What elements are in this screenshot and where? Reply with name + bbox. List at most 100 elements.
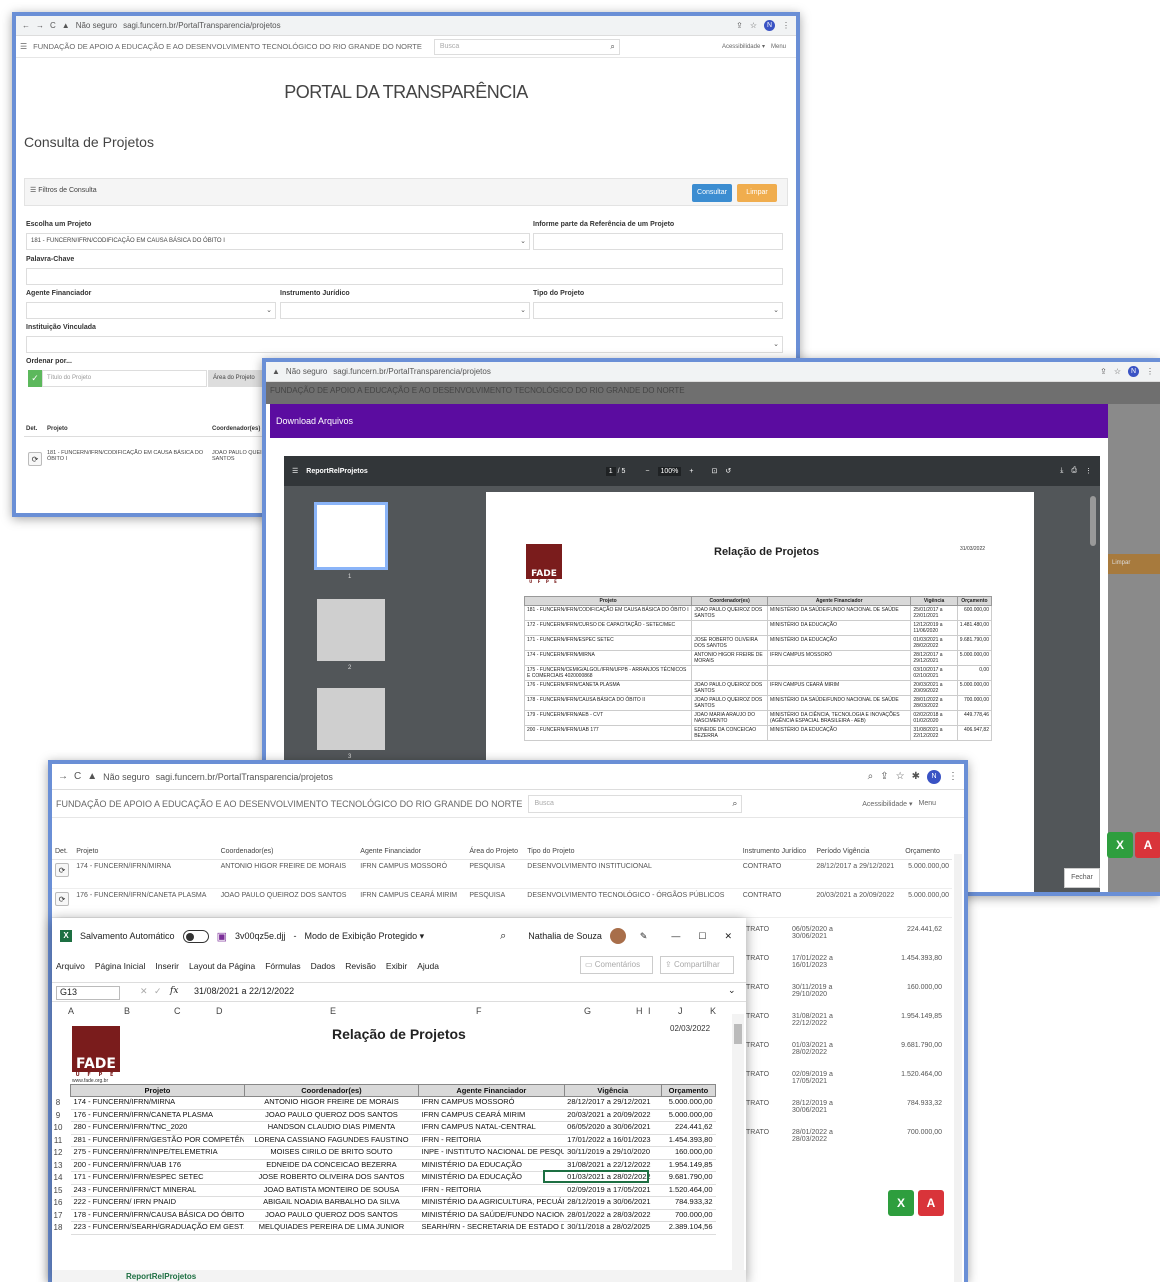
more-icon[interactable]: ⋮ xyxy=(782,21,790,30)
fx-icon[interactable]: fx xyxy=(170,986,178,996)
ribbon-tab[interactable]: Página Inicial xyxy=(95,961,146,971)
avatar[interactable]: N xyxy=(1128,366,1139,377)
reload-icon[interactable]: C xyxy=(50,21,56,30)
instrumento-select[interactable]: ⌄ xyxy=(280,302,530,319)
row-number[interactable]: 8 xyxy=(52,1098,64,1107)
pdf-page-input[interactable]: 1 / 5 xyxy=(605,466,625,476)
download-icon[interactable]: ⤓ xyxy=(1060,467,1063,475)
tipo-select[interactable]: ⌄ xyxy=(533,302,783,319)
search-input[interactable]: Busca ⌕ xyxy=(433,38,620,55)
pdf-export-icon[interactable]: A xyxy=(918,1190,944,1216)
view-mode[interactable]: Modo de Exibição Protegido ▾ xyxy=(305,931,425,942)
thumbnail-1[interactable] xyxy=(314,502,388,570)
column-letter[interactable]: A xyxy=(68,1006,74,1016)
column-letter[interactable]: H xyxy=(636,1006,643,1016)
detail-button[interactable]: ⟳ xyxy=(55,892,69,906)
thumbnail-2[interactable] xyxy=(317,599,385,661)
limpar-button[interactable]: Limpar xyxy=(737,184,777,202)
acessibilidade-menu[interactable]: Acessibilidade ▾ xyxy=(862,800,912,808)
ribbon-tab[interactable]: Fórmulas xyxy=(265,961,300,971)
compartilhar-button[interactable]: ⇪ Compartilhar xyxy=(660,956,734,974)
expand-icon[interactable]: ⌄ xyxy=(728,985,736,996)
column-letter[interactable]: G xyxy=(584,1006,591,1016)
close-icon[interactable]: ✕ xyxy=(724,931,732,942)
share-icon[interactable]: ⇪ xyxy=(880,771,888,782)
star-icon[interactable]: ☆ xyxy=(1114,367,1121,376)
detail-button[interactable]: ⟳ xyxy=(55,863,69,877)
column-letter[interactable]: F xyxy=(476,1006,482,1016)
row-number[interactable]: 17 xyxy=(52,1211,64,1220)
star-icon[interactable]: ☆ xyxy=(896,771,905,782)
org-name[interactable]: FUNDAÇÃO DE APOIO A EDUCAÇÃO E AO DESENV… xyxy=(56,799,522,809)
ribbon-tab[interactable]: Revisão xyxy=(345,961,376,971)
reload-icon[interactable]: C xyxy=(74,771,81,782)
row-number[interactable]: 16 xyxy=(52,1198,64,1207)
formula-input[interactable]: 31/08/2021 a 22/12/2022 xyxy=(194,986,294,996)
avatar[interactable]: N xyxy=(927,769,941,784)
ribbon-tab[interactable]: Arquivo xyxy=(56,961,85,971)
maximize-icon[interactable]: ☐ xyxy=(698,931,706,942)
consultar-button[interactable]: Consultar xyxy=(692,184,732,202)
column-letter[interactable]: J xyxy=(678,1006,683,1016)
cancel-icon[interactable]: ✕ xyxy=(140,986,148,997)
share-icon[interactable]: ⇪ xyxy=(1100,367,1107,376)
back-icon[interactable]: ← xyxy=(22,21,30,30)
row-number[interactable]: 13 xyxy=(52,1161,64,1170)
org-name[interactable]: FUNDAÇÃO DE APOIO A EDUCAÇÃO E AO DESENV… xyxy=(33,42,422,51)
row-number[interactable]: 15 xyxy=(52,1186,64,1195)
excel-export-icon[interactable]: X xyxy=(888,1190,914,1216)
more-icon[interactable]: ⋮ xyxy=(948,771,958,782)
palavra-chave-input[interactable] xyxy=(26,268,783,285)
thumbnail-3[interactable] xyxy=(317,688,385,750)
pdf-more-icon[interactable]: ⋮ xyxy=(1085,467,1092,475)
row-number[interactable]: 10 xyxy=(52,1123,64,1132)
ordenar-area[interactable]: Área do Projeto xyxy=(208,370,268,387)
comentarios-button[interactable]: ▭ Comentários xyxy=(580,956,653,974)
selected-cell[interactable] xyxy=(543,1170,649,1183)
avatar[interactable] xyxy=(609,928,626,944)
fit-page-icon[interactable]: ⊡ xyxy=(712,467,718,475)
print-icon[interactable]: ⎙ xyxy=(1071,467,1077,475)
save-icon[interactable]: ▣ xyxy=(217,930,227,943)
pdf-export-icon[interactable]: A xyxy=(1135,832,1160,858)
zoom-in-icon[interactable]: + xyxy=(689,468,693,475)
sheet-tab-reportrelprojetos[interactable]: ReportRelProjetos xyxy=(126,1272,196,1281)
address-bar[interactable]: sagi.funcern.br/PortalTransparencia/proj… xyxy=(156,772,333,782)
vertical-scrollbar[interactable] xyxy=(732,1014,744,1282)
fechar-button[interactable]: Fechar xyxy=(1064,868,1100,888)
column-letter[interactable]: I xyxy=(648,1006,651,1016)
hamburger-icon[interactable]: ☰ xyxy=(20,42,27,51)
check-icon[interactable]: ✓ xyxy=(28,370,42,387)
ribbon-tab[interactable]: Layout da Página xyxy=(189,961,255,971)
menu-link[interactable]: Menu xyxy=(918,800,936,807)
search-icon[interactable]: ⌕ xyxy=(610,42,614,52)
address-bar[interactable]: sagi.funcern.br/PortalTransparencia/proj… xyxy=(333,367,491,376)
acessibilidade-menu[interactable]: Acessibilidade ▾ xyxy=(722,43,765,50)
forward-icon[interactable]: → xyxy=(36,21,44,30)
search-input[interactable]: Busca ⌕ xyxy=(528,794,743,813)
ribbon-tab[interactable]: Ajuda xyxy=(417,961,439,971)
avatar[interactable]: N xyxy=(764,20,775,31)
pdf-menu-icon[interactable]: ☰ xyxy=(292,467,298,475)
enter-icon[interactable]: ✓ xyxy=(154,986,162,997)
ribbon-tab[interactable]: Inserir xyxy=(155,961,179,971)
row-number[interactable]: 11 xyxy=(52,1136,64,1145)
more-icon[interactable]: ⋮ xyxy=(1146,367,1154,376)
row-number[interactable]: 18 xyxy=(52,1223,64,1232)
column-letter[interactable]: C xyxy=(174,1006,181,1016)
address-bar[interactable]: sagi.funcern.br/PortalTransparencia/proj… xyxy=(123,21,281,30)
pdf-scrollbar[interactable] xyxy=(1090,496,1096,546)
instituicao-select[interactable]: ⌄ xyxy=(26,336,783,353)
share-icon[interactable]: ⇪ xyxy=(736,21,743,30)
referencia-input[interactable] xyxy=(533,233,783,250)
extensions-icon[interactable]: ✱ xyxy=(912,771,920,782)
search-icon[interactable]: ⌕ xyxy=(732,798,737,809)
column-letter[interactable]: D xyxy=(216,1006,223,1016)
detail-button[interactable]: ⟳ xyxy=(28,452,42,466)
row-number[interactable]: 14 xyxy=(52,1173,64,1182)
ribbon-tab[interactable]: Dados xyxy=(311,961,336,971)
autosave-toggle[interactable] xyxy=(182,929,209,943)
zoom-value[interactable]: 100% xyxy=(657,466,682,476)
row-number[interactable]: 9 xyxy=(52,1111,64,1120)
agente-select[interactable]: ⌄ xyxy=(26,302,276,319)
